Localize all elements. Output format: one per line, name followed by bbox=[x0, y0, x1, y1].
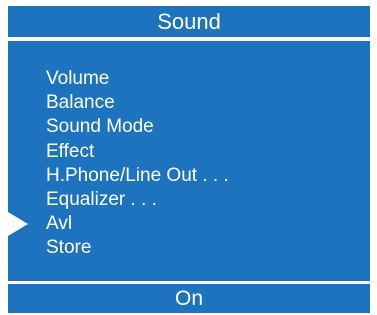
menu-item-sound-mode[interactable]: Sound Mode bbox=[46, 115, 229, 139]
menu-item-effect[interactable]: Effect bbox=[46, 140, 229, 164]
menu-item-equalizer[interactable]: Equalizer . . . bbox=[46, 188, 229, 212]
menu-item-headphone-line-out[interactable]: H.Phone/Line Out . . . bbox=[46, 164, 229, 188]
selection-arrow-icon bbox=[8, 212, 28, 236]
menu-list: Volume Balance Sound Mode Effect H.Phone… bbox=[46, 67, 229, 261]
menu-item-volume[interactable]: Volume bbox=[46, 67, 229, 91]
menu-item-store[interactable]: Store bbox=[46, 236, 229, 260]
menu-title: Sound bbox=[8, 6, 370, 37]
menu-item-avl[interactable]: Avl bbox=[46, 212, 229, 236]
sound-osd-menu: Sound Volume Balance Sound Mode Effect H… bbox=[0, 0, 377, 315]
menu-panel: Volume Balance Sound Mode Effect H.Phone… bbox=[8, 41, 370, 281]
menu-item-balance[interactable]: Balance bbox=[46, 91, 229, 115]
selected-value: On bbox=[8, 284, 370, 313]
